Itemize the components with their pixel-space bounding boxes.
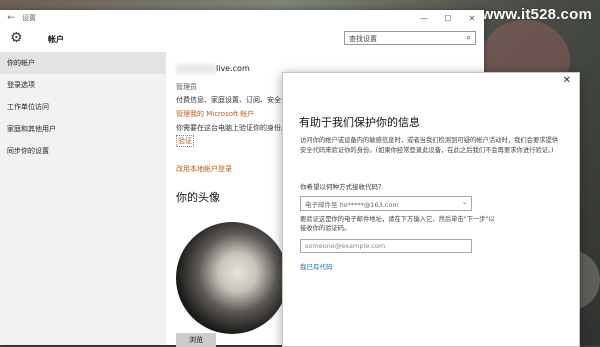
settings-header: ⚙ 帐户 查找设置 ⌕ — [0, 26, 484, 52]
back-arrow-icon[interactable]: ← — [0, 13, 22, 23]
sidebar-item-your-account[interactable]: 你的帐户 — [0, 52, 166, 74]
blurred-name — [176, 64, 216, 74]
code-method-value: 电子邮件至 ho*****@163.com — [305, 201, 399, 209]
search-placeholder: 查找设置 — [349, 35, 377, 43]
sidebar-item-family-users[interactable]: 家庭和其他用户 — [0, 118, 166, 140]
account-email: live.com — [216, 64, 250, 73]
verify-link[interactable]: 验证 — [176, 135, 194, 147]
verify-identity-text: 你需要在这台电脑上验证你的身份。 — [176, 124, 288, 132]
search-icon[interactable]: ⌕ — [467, 33, 471, 43]
email-verify-note: 要验证这是你的电子邮件地址，请在下方输入它，然后单击"下一步"以接收你的验证码。 — [300, 216, 495, 232]
email-field[interactable]: someone@example.com — [300, 239, 472, 253]
account-role: 管理员 — [176, 83, 197, 91]
manage-account-link[interactable]: 管理我的 Microsoft 帐户 — [176, 109, 254, 119]
verify-identity-dialog: ✕ 有助于我们保护你的信息 访问你的帐户或设备内的敏感信息时，或者当我们检测到可… — [282, 72, 580, 347]
chevron-down-icon: ⌄ — [461, 199, 467, 206]
receive-code-question: 你希望以何种方式接收代码？ — [300, 183, 385, 191]
sidebar: 你的帐户 登录选项 工作单位访问 家庭和其他用户 同步你的设置 — [0, 52, 166, 345]
dialog-title: 有助于我们保护你的信息 — [299, 116, 420, 129]
close-icon[interactable]: ✕ — [563, 75, 571, 86]
account-services-text: 付费信息、家庭设置、订阅、安全设 — [176, 96, 288, 104]
page-title: 帐户 — [48, 35, 64, 44]
maximize-icon[interactable]: ☐ — [436, 14, 460, 23]
sidebar-item-work-access[interactable]: 工作单位访问 — [0, 96, 166, 118]
avatar — [176, 222, 288, 334]
local-account-link[interactable]: 改用本地帐户登录 — [176, 164, 232, 174]
code-method-select[interactable]: 电子邮件至 ho*****@163.com ⌄ — [300, 196, 472, 211]
watermark: www.it528.com — [481, 6, 592, 23]
search-input[interactable]: 查找设置 ⌕ — [344, 31, 476, 45]
dialog-description: 访问你的帐户或设备内的敏感信息时，或者当我们检测到可疑的帐户活动时，我们会要求提… — [300, 137, 559, 154]
gear-icon: ⚙ — [10, 30, 23, 46]
minimize-icon[interactable]: — — [412, 14, 436, 23]
sidebar-item-sign-in-options[interactable]: 登录选项 — [0, 74, 166, 96]
window-title: 设置 — [22, 14, 36, 22]
title-bar: ← 设置 — ☐ ✕ — [0, 10, 484, 26]
avatar-heading: 你的头像 — [176, 191, 220, 204]
close-icon[interactable]: ✕ — [460, 14, 484, 23]
have-code-link[interactable]: 我已有代码 — [300, 261, 333, 271]
sidebar-item-sync-settings[interactable]: 同步你的设置 — [0, 140, 166, 162]
